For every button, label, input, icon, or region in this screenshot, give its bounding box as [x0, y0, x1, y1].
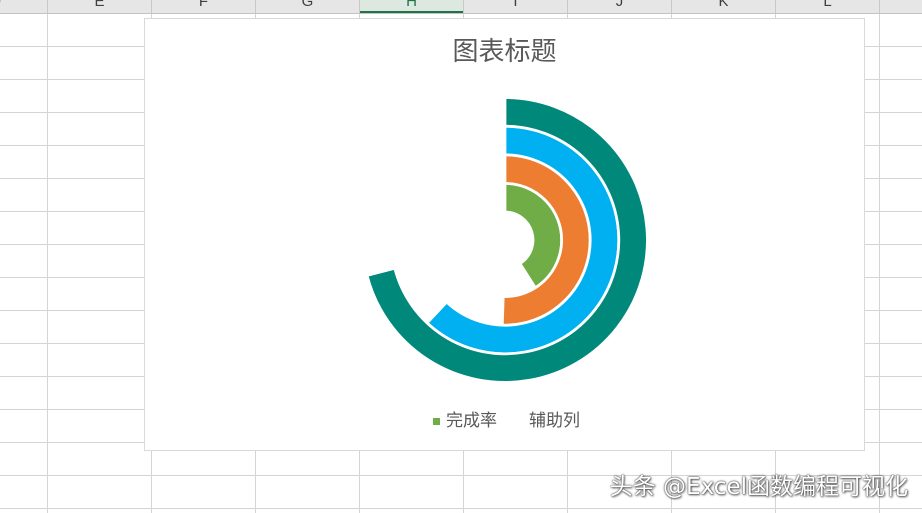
column-header-F[interactable]: F: [151, 0, 255, 13]
legend-marker-helper: [516, 418, 523, 425]
column-header-K[interactable]: K: [671, 0, 775, 13]
legend-label-helper: 辅助列: [529, 411, 580, 431]
legend-label-completion-rate: 完成率: [446, 411, 497, 431]
column-header-partial[interactable]: [879, 0, 922, 13]
column-header-row[interactable]: DEFGHIJKL: [0, 0, 922, 14]
watermark-text: 头条 @Excel函数编程可视化: [609, 474, 908, 500]
legend-entry-helper[interactable]: 辅助列: [516, 409, 580, 433]
legend-marker-completion-rate: [433, 417, 440, 425]
column-header-I[interactable]: I: [463, 0, 567, 13]
column-header-J[interactable]: J: [567, 0, 671, 13]
doughnut-plot-area[interactable]: [145, 19, 864, 450]
column-header-L[interactable]: L: [775, 0, 879, 13]
column-header-G[interactable]: G: [255, 0, 359, 13]
column-header-D[interactable]: D: [0, 0, 47, 13]
column-header-E[interactable]: E: [47, 0, 151, 13]
chart-legend[interactable]: 完成率 辅助列: [433, 409, 599, 433]
legend-entry-completion-rate[interactable]: 完成率: [433, 409, 497, 433]
chart-area[interactable]: 图表标题 完成率 辅助列: [144, 18, 865, 451]
column-header-H[interactable]: H: [359, 0, 463, 13]
